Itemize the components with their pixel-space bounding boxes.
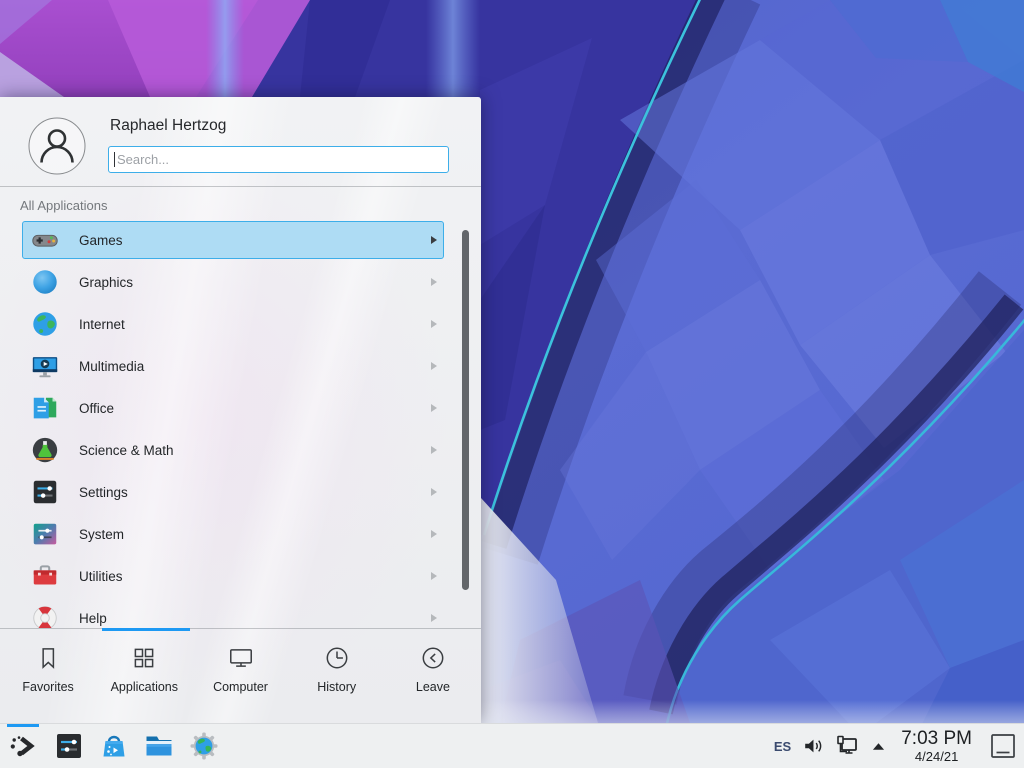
footer-tab-bar: Favorites Applications Computer: [0, 629, 481, 723]
leave-circle-icon: [419, 644, 447, 672]
category-help[interactable]: Help: [22, 599, 444, 628]
clock-date: 4/24/21: [915, 750, 958, 763]
category-label: Utilities: [79, 569, 123, 584]
chevron-right-icon: [431, 446, 437, 454]
category-label: System: [79, 527, 124, 542]
search-field[interactable]: [108, 146, 449, 173]
tab-label: History: [317, 680, 356, 694]
section-header: All Applications: [20, 198, 107, 213]
clock-icon: [323, 644, 351, 672]
tab-label: Leave: [416, 680, 450, 694]
launcher-active-indicator: [7, 724, 39, 727]
launcher-header: Raphael Hertzog: [0, 97, 481, 187]
globe-gear-icon: [188, 730, 220, 762]
file-manager-button[interactable]: [143, 730, 175, 762]
active-tab-indicator: [102, 628, 190, 631]
category-label: Help: [79, 611, 107, 626]
web-browser-button[interactable]: [188, 730, 220, 762]
tab-favorites[interactable]: Favorites: [0, 629, 96, 723]
show-desktop-button[interactable]: [990, 733, 1016, 759]
category-label: Internet: [79, 317, 125, 332]
tab-leave[interactable]: Leave: [385, 629, 481, 723]
category-label: Multimedia: [79, 359, 144, 374]
paint-sphere-icon: [30, 267, 60, 297]
network-icon[interactable]: [835, 734, 861, 758]
category-games[interactable]: Games: [22, 221, 444, 259]
tab-label: Favorites: [22, 680, 73, 694]
category-list: Games Graphics Internet: [0, 221, 481, 628]
text-caret: [114, 152, 115, 167]
category-office[interactable]: Office: [22, 389, 444, 427]
keyboard-layout-indicator[interactable]: ES: [774, 739, 791, 754]
chevron-right-icon: [431, 572, 437, 580]
sliders-icon: [30, 477, 60, 507]
search-input[interactable]: [109, 147, 448, 172]
system-tray: ES 7:03 PM 4/24/21: [774, 729, 1024, 763]
bookmark-icon: [34, 644, 62, 672]
user-name: Raphael Hertzog: [110, 117, 226, 135]
settings-sliders-icon: [53, 730, 85, 762]
desktop: Raphael Hertzog All Applications Games G…: [0, 0, 1024, 768]
category-science-math[interactable]: Science & Math: [22, 431, 444, 469]
discover-button[interactable]: [98, 730, 130, 762]
category-utilities[interactable]: Utilities: [22, 557, 444, 595]
tab-computer[interactable]: Computer: [192, 629, 288, 723]
taskbar-app-icons: [0, 730, 220, 762]
shopping-bag-icon: [98, 730, 130, 762]
lifebuoy-icon: [30, 603, 60, 628]
category-label: Settings: [79, 485, 128, 500]
category-multimedia[interactable]: Multimedia: [22, 347, 444, 385]
category-system[interactable]: System: [22, 515, 444, 553]
chevron-right-icon: [431, 530, 437, 538]
folder-icon: [143, 730, 175, 762]
tab-history[interactable]: History: [289, 629, 385, 723]
user-avatar[interactable]: [28, 117, 86, 175]
tab-label: Applications: [111, 680, 178, 694]
gamepad-icon: [30, 225, 60, 255]
media-screen-icon: [30, 351, 60, 381]
category-label: Games: [79, 233, 123, 248]
chevron-right-icon: [431, 236, 437, 244]
chevron-right-icon: [431, 278, 437, 286]
category-graphics[interactable]: Graphics: [22, 263, 444, 301]
category-settings[interactable]: Settings: [22, 473, 444, 511]
chevron-right-icon: [431, 614, 437, 622]
digital-clock[interactable]: 7:03 PM 4/24/21: [901, 729, 972, 763]
expand-tray-arrow-icon[interactable]: [872, 741, 885, 751]
system-sliders-icon: [30, 519, 60, 549]
category-label: Office: [79, 401, 114, 416]
category-label: Science & Math: [79, 443, 174, 458]
toolbox-icon: [30, 561, 60, 591]
monitor-icon: [227, 644, 255, 672]
taskbar-panel: ES 7:03 PM 4/24/21: [0, 723, 1024, 768]
category-internet[interactable]: Internet: [22, 305, 444, 343]
flask-icon: [30, 435, 60, 465]
launcher-footer: Favorites Applications Computer: [0, 628, 481, 723]
list-scrollbar[interactable]: [462, 230, 469, 590]
clock-time: 7:03 PM: [901, 729, 972, 748]
chevron-right-icon: [431, 362, 437, 370]
chevron-right-icon: [431, 488, 437, 496]
chevron-right-icon: [431, 320, 437, 328]
app-grid-icon: [130, 644, 158, 672]
application-launcher-menu: Raphael Hertzog All Applications Games G…: [0, 97, 481, 723]
tab-applications[interactable]: Applications: [96, 629, 192, 723]
tab-label: Computer: [213, 680, 268, 694]
category-label: Graphics: [79, 275, 133, 290]
documents-icon: [30, 393, 60, 423]
volume-icon[interactable]: [802, 735, 824, 757]
globe-icon: [30, 309, 60, 339]
kickoff-icon: [8, 730, 40, 762]
chevron-right-icon: [431, 404, 437, 412]
application-launcher-button[interactable]: [8, 730, 40, 762]
system-settings-button[interactable]: [53, 730, 85, 762]
